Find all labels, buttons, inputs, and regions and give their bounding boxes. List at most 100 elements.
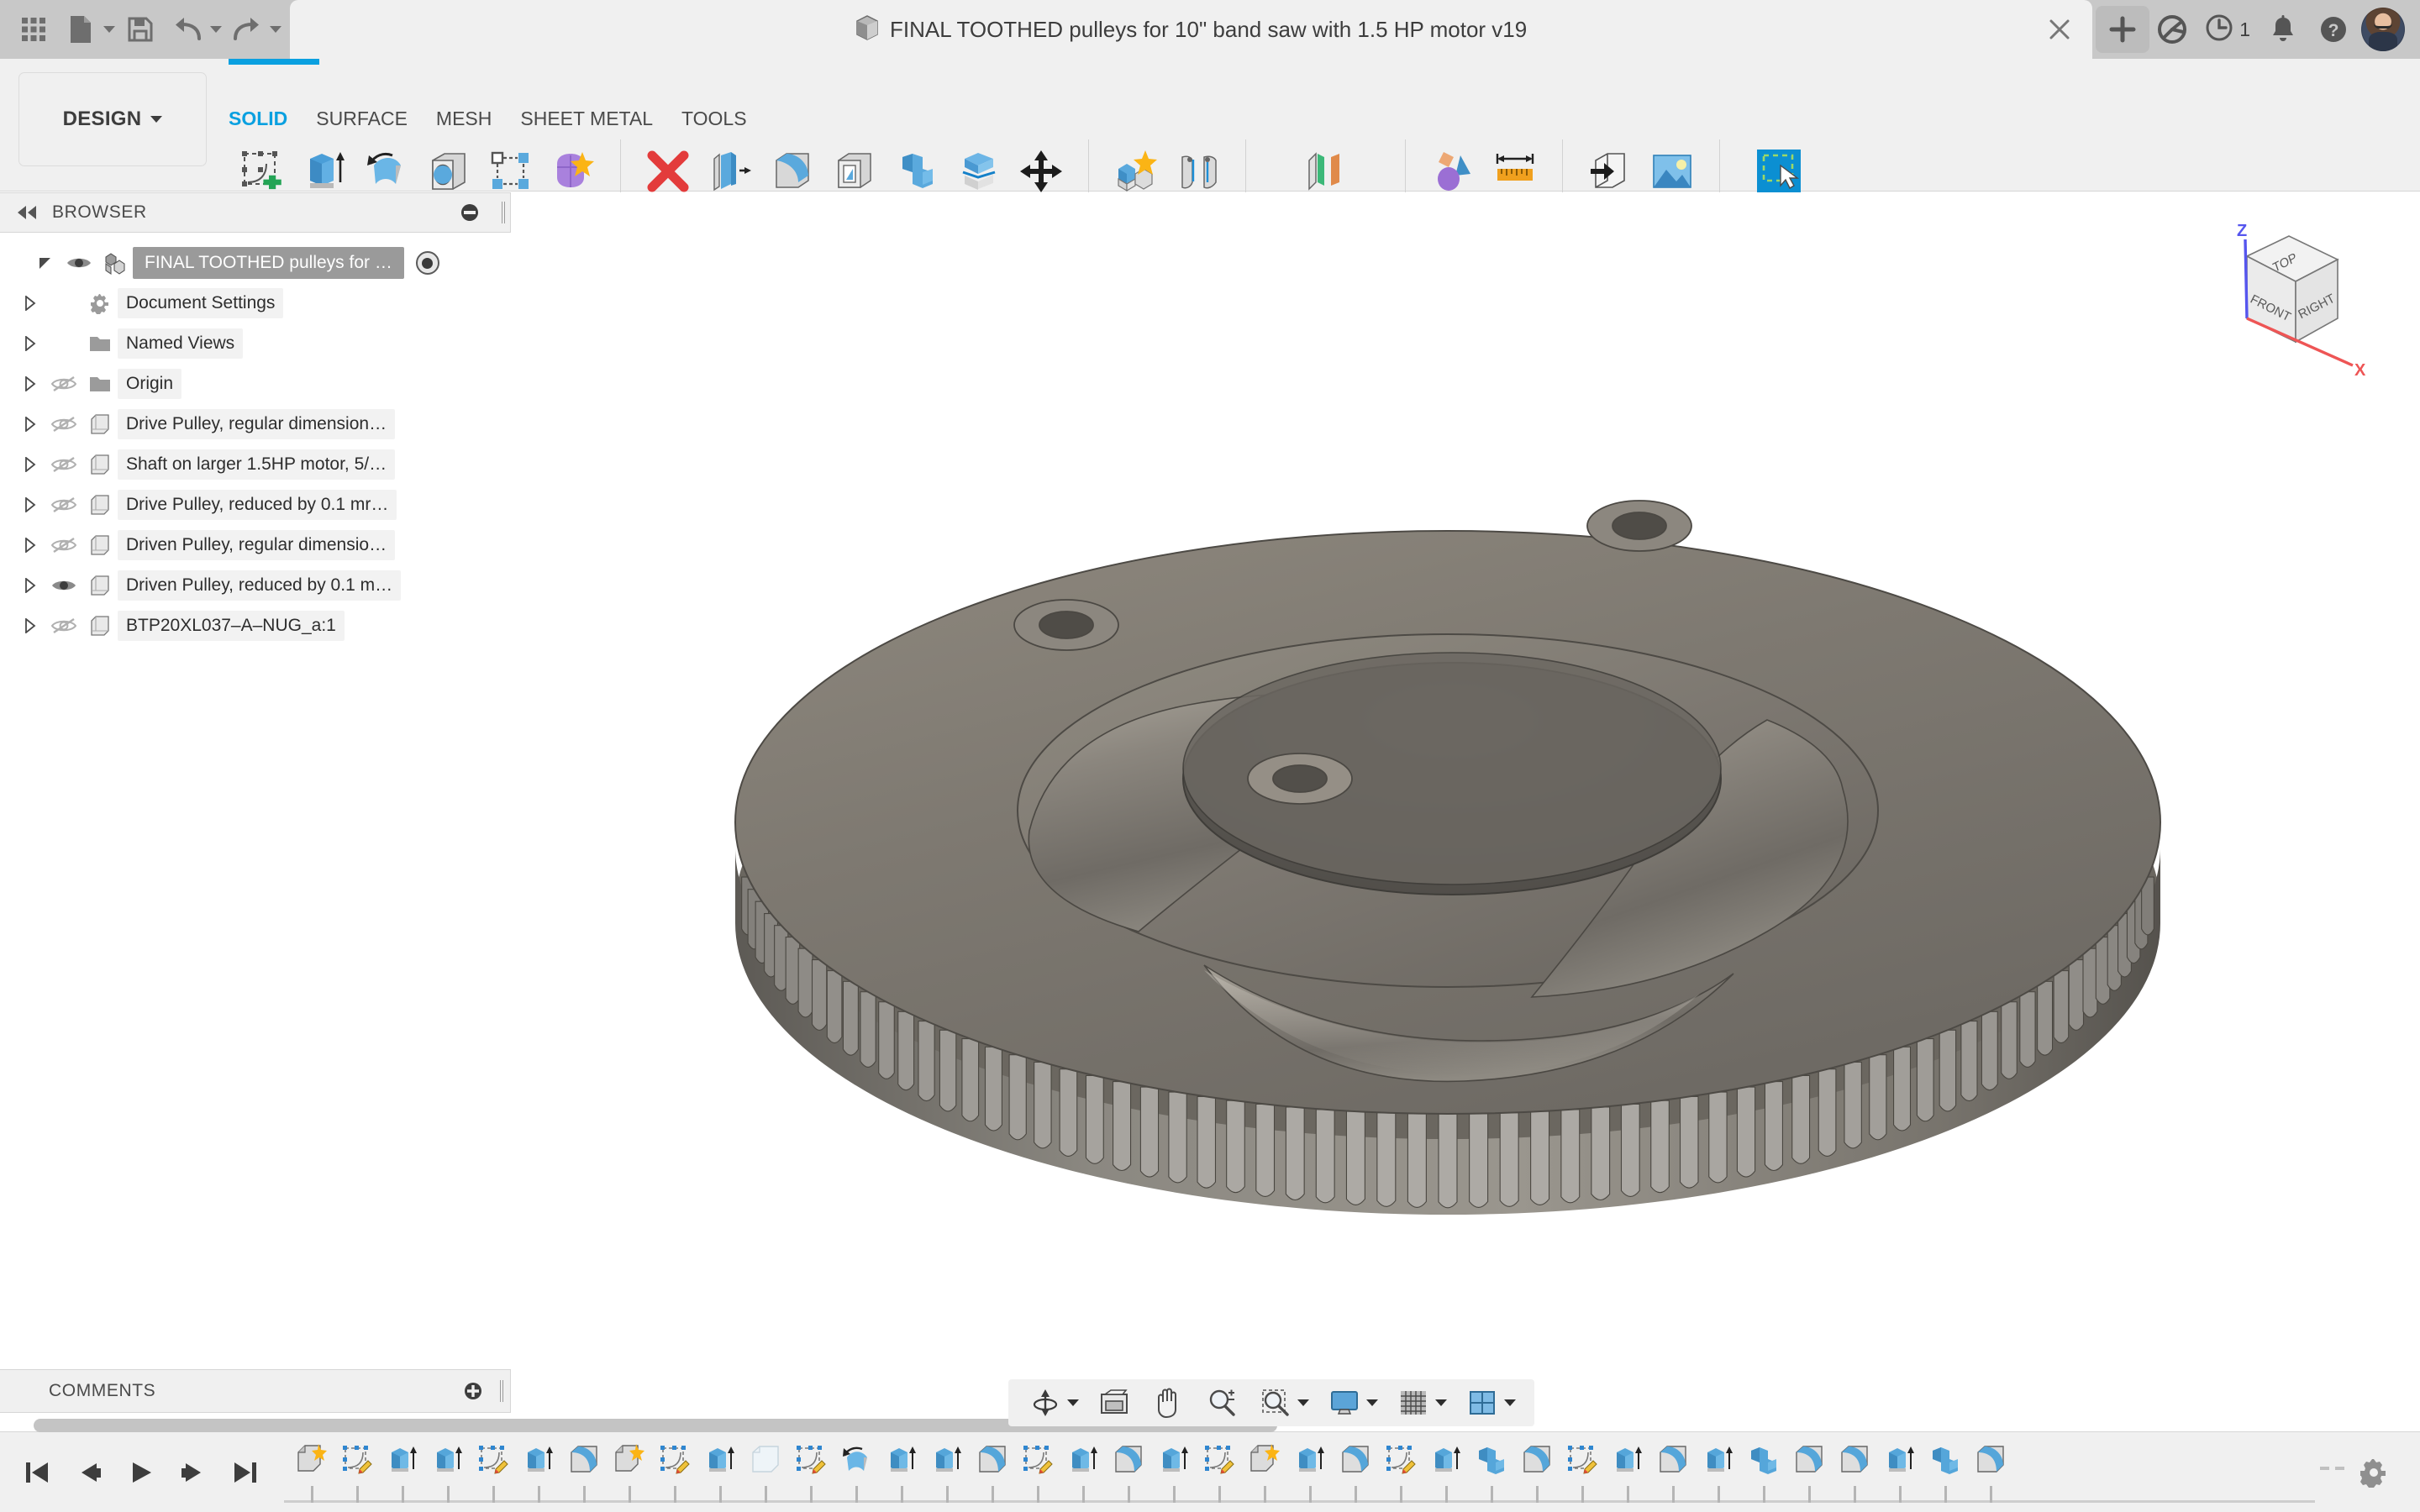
fillet-feature[interactable] <box>1832 1432 1877 1512</box>
extrude-feature[interactable] <box>425 1432 471 1512</box>
tree-item-drive-pulley-regular[interactable]: Drive Pulley, regular dimension… <box>0 404 511 444</box>
fillet-feature[interactable] <box>1968 1432 2013 1512</box>
timeline-settings-gear-icon[interactable] <box>2344 1456 2403 1489</box>
extrude-feature[interactable] <box>380 1432 425 1512</box>
grid-apps-icon[interactable] <box>12 6 55 53</box>
expand-triangle-icon[interactable] <box>15 578 45 593</box>
tree-item-driven-pulley-reduced[interactable]: Driven Pulley, reduced by 0.1 m… <box>0 565 511 606</box>
extrude-feature[interactable] <box>1423 1432 1469 1512</box>
tab-tools[interactable]: TOOLS <box>681 108 776 134</box>
grid-snaps-button[interactable] <box>1388 1383 1454 1423</box>
bell-icon[interactable] <box>2260 7 2306 52</box>
new-component-feature[interactable] <box>1242 1432 1287 1512</box>
help-icon[interactable]: ? <box>2311 7 2356 52</box>
eye-icon[interactable] <box>60 255 97 271</box>
extrude-feature[interactable] <box>879 1432 924 1512</box>
tree-item-root[interactable]: FINAL TOOTHED pulleys for … <box>0 243 511 283</box>
tab-sheet-metal[interactable]: SHEET METAL <box>520 108 681 134</box>
chevron-down-icon[interactable] <box>1504 1399 1516 1406</box>
tree-item-document-settings[interactable]: Document Settings <box>0 283 511 323</box>
activate-component-radio[interactable] <box>415 251 439 275</box>
close-icon[interactable] <box>2045 15 2074 44</box>
look-at-button[interactable] <box>1089 1383 1139 1423</box>
tab-surface[interactable]: SURFACE <box>316 108 436 134</box>
new-component-feature[interactable] <box>289 1432 334 1512</box>
tree-item-driven-pulley-regular[interactable]: Driven Pulley, regular dimensio… <box>0 525 511 565</box>
fillet-feature[interactable] <box>1650 1432 1696 1512</box>
extrude-feature[interactable] <box>1060 1432 1106 1512</box>
document-tab[interactable]: FINAL TOOTHED pulleys for 10" band saw w… <box>290 0 2093 59</box>
tree-item-btp20xl037[interactable]: BTP20XL037–A–NUG_a:1 <box>0 606 511 646</box>
view-cube[interactable]: TOP FRONT RIGHT Z X <box>2188 207 2390 392</box>
step-forward-icon[interactable] <box>175 1449 212 1496</box>
viewports-button[interactable] <box>1457 1383 1523 1423</box>
sketch-feature[interactable] <box>788 1432 834 1512</box>
eye-hidden-icon[interactable] <box>45 455 82 474</box>
eye-hidden-icon[interactable] <box>45 415 82 433</box>
tree-item-origin[interactable]: Origin <box>0 364 511 404</box>
comments-panel[interactable]: COMMENTS <box>0 1369 511 1413</box>
eye-icon[interactable] <box>45 577 82 594</box>
eye-hidden-icon[interactable] <box>45 536 82 554</box>
extension-icon[interactable] <box>2149 7 2195 52</box>
viewport[interactable]: TOP FRONT RIGHT Z X <box>511 192 2420 1347</box>
file-icon[interactable] <box>59 6 103 53</box>
sketch-feature[interactable] <box>334 1432 380 1512</box>
sketch-feature[interactable] <box>1378 1432 1423 1512</box>
play-icon[interactable] <box>123 1449 160 1496</box>
combine-feature[interactable] <box>1741 1432 1786 1512</box>
avatar[interactable] <box>2361 8 2405 51</box>
sketch-feature[interactable] <box>1560 1432 1605 1512</box>
tree-item-named-views[interactable]: Named Views <box>0 323 511 364</box>
skip-to-beginning-icon[interactable] <box>18 1449 55 1496</box>
expand-triangle-icon[interactable] <box>15 417 45 432</box>
expand-triangle-icon[interactable] <box>15 457 45 472</box>
skip-to-end-icon[interactable] <box>227 1449 264 1496</box>
extrude-feature[interactable] <box>1151 1432 1197 1512</box>
combine-feature[interactable] <box>1923 1432 1968 1512</box>
extrude-feature[interactable] <box>516 1432 561 1512</box>
expand-triangle-icon[interactable] <box>15 497 45 512</box>
extrude-feature[interactable] <box>1287 1432 1333 1512</box>
extrude-feature[interactable] <box>1877 1432 1923 1512</box>
expand-triangle-icon[interactable] <box>15 618 45 633</box>
expand-triangle-icon[interactable] <box>15 296 45 311</box>
new-component-feature[interactable] <box>607 1432 652 1512</box>
eye-hidden-icon[interactable] <box>45 617 82 635</box>
new-tab-button[interactable] <box>2096 6 2150 53</box>
undo-dropdown-caret[interactable] <box>210 26 222 33</box>
sketch-feature[interactable] <box>1015 1432 1060 1512</box>
combine-feature[interactable] <box>1469 1432 1514 1512</box>
undo-icon[interactable] <box>166 6 209 53</box>
expand-triangle-icon[interactable] <box>15 376 45 391</box>
eye-hidden-icon[interactable] <box>45 496 82 514</box>
step-back-icon[interactable] <box>71 1449 108 1496</box>
fillet-feature[interactable] <box>970 1432 1015 1512</box>
extrude-feature[interactable] <box>697 1432 743 1512</box>
job-status-button[interactable]: 1 <box>2200 13 2255 46</box>
chevron-down-icon[interactable] <box>1366 1399 1378 1406</box>
expand-triangle-icon[interactable] <box>15 336 45 351</box>
add-comment-icon[interactable] <box>461 1379 485 1403</box>
pulley-3d-model[interactable] <box>511 192 2420 1347</box>
sketch-feature[interactable] <box>652 1432 697 1512</box>
zoom-button[interactable] <box>1197 1383 1247 1423</box>
pan-button[interactable] <box>1143 1383 1193 1423</box>
fillet-feature[interactable] <box>1333 1432 1378 1512</box>
sketch-feature[interactable] <box>1197 1432 1242 1512</box>
orbit-button[interactable] <box>1020 1383 1086 1423</box>
tree-item-shaft[interactable]: Shaft on larger 1.5HP motor, 5/… <box>0 444 511 485</box>
panel-resize-handle[interactable] <box>502 202 505 223</box>
chevron-down-icon[interactable] <box>1435 1399 1447 1406</box>
file-dropdown-caret[interactable] <box>103 26 115 33</box>
minimize-icon[interactable] <box>458 201 481 224</box>
revolve-feature[interactable] <box>834 1432 879 1512</box>
fillet-feature[interactable] <box>1106 1432 1151 1512</box>
extrude-feature[interactable] <box>1605 1432 1650 1512</box>
fit-button[interactable] <box>1250 1383 1316 1423</box>
comments-resize-handle[interactable] <box>500 1380 503 1402</box>
expand-triangle-icon[interactable] <box>15 538 45 553</box>
chevron-down-icon[interactable] <box>1297 1399 1309 1406</box>
fillet-feature[interactable] <box>1786 1432 1832 1512</box>
redo-dropdown-caret[interactable] <box>270 26 281 33</box>
